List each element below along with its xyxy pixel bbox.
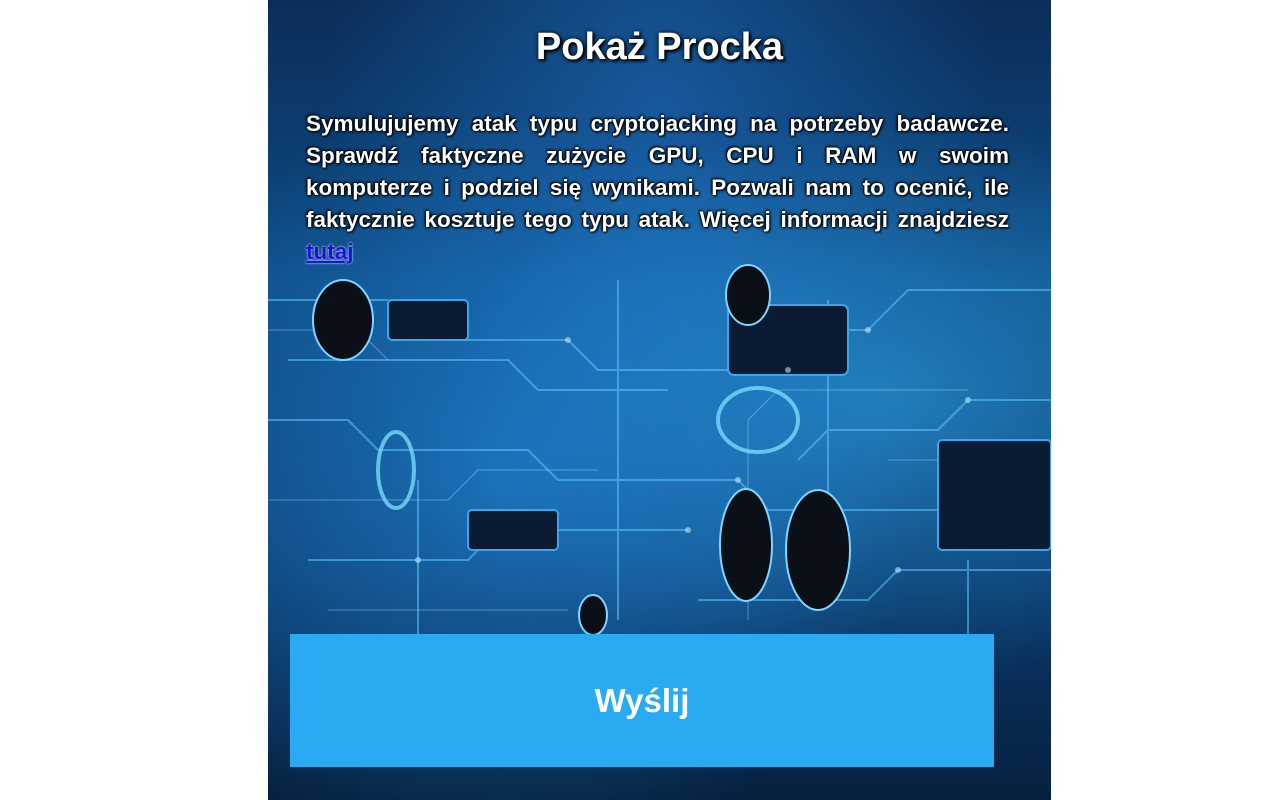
more-info-link[interactable]: tutaj (306, 239, 354, 264)
description-text: Symulujujemy atak typu cryptojacking na … (306, 108, 1009, 268)
page-title: Pokaż Procka (535, 26, 784, 68)
circuit-board-background: Pokaż Procka Symulujujemy atak typu cryp… (268, 0, 1051, 800)
description-body: Symulujujemy atak typu cryptojacking na … (306, 111, 1009, 232)
submit-button[interactable]: Wyślij (290, 634, 994, 767)
